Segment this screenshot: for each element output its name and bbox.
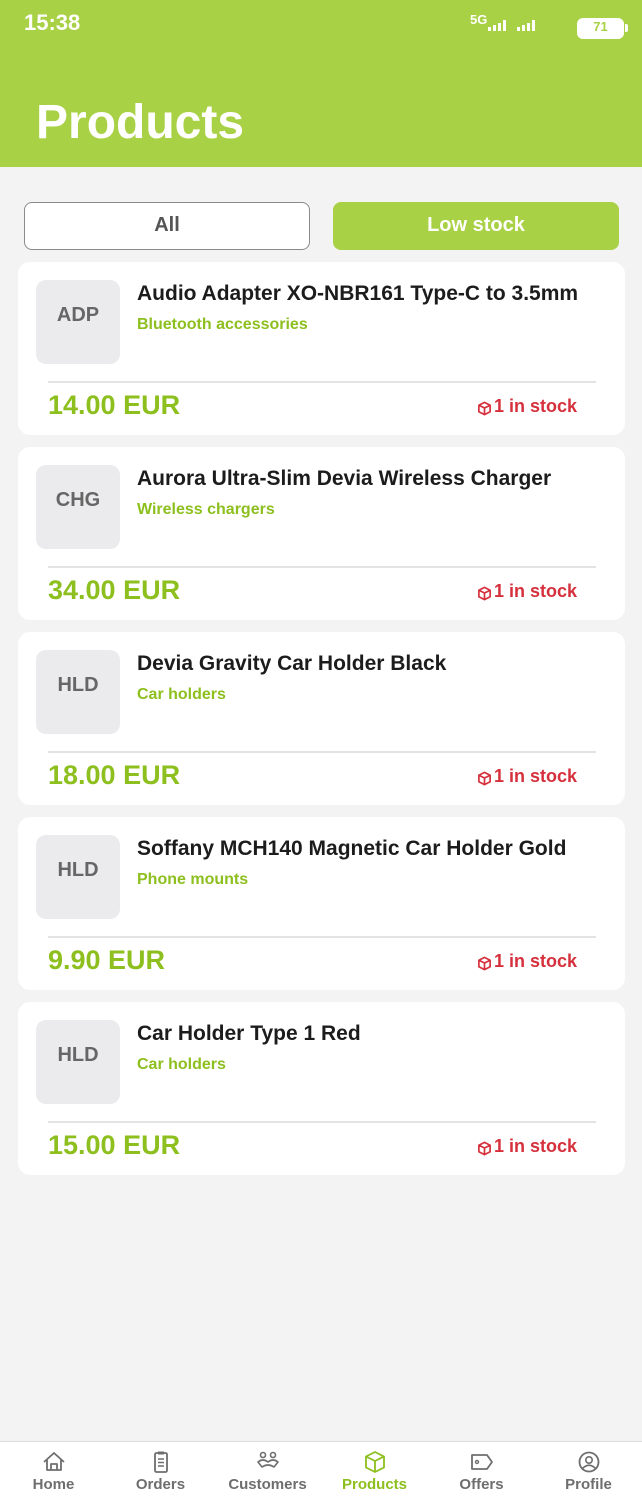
product-thumbnail: ADP <box>36 280 120 364</box>
product-thumbnail: HLD <box>36 1020 120 1104</box>
tab-all[interactable]: All <box>24 202 310 250</box>
product-thumbnail: CHG <box>36 465 120 549</box>
box-icon <box>478 1141 491 1156</box>
product-name: Soffany MCH140 Magnetic Car Holder Gold <box>137 837 567 860</box>
nav-customers[interactable]: Customers <box>214 1442 321 1500</box>
stock-label: 1 in stock <box>493 581 577 601</box>
stock-label: 1 in stock <box>493 951 577 971</box>
product-category: Bluetooth accessories <box>137 316 308 333</box>
nav-products[interactable]: Products <box>321 1442 428 1500</box>
box-icon <box>478 956 491 971</box>
product-price: 15.00 EUR <box>48 1130 181 1160</box>
box-icon <box>478 401 491 416</box>
stock-badge: 1 in stock <box>477 1136 577 1157</box>
nav-home[interactable]: Home <box>0 1442 107 1500</box>
product-name: Devia Gravity Car Holder Black <box>137 652 447 675</box>
signal-icon <box>488 19 506 31</box>
home-icon <box>42 1452 65 1471</box>
nav-label: Profile <box>565 1476 612 1493</box>
stock-label: 1 in stock <box>493 1136 577 1156</box>
tag-icon <box>470 1454 493 1470</box>
product-card[interactable]: HLD Soffany MCH140 Magnetic Car Holder G… <box>18 817 625 990</box>
stock-badge: 1 in stock <box>477 766 577 787</box>
status-time: 15:38 <box>24 10 81 35</box>
product-card[interactable]: HLD Devia Gravity Car Holder Black Car h… <box>18 632 625 805</box>
product-price: 18.00 EUR <box>48 760 181 790</box>
nav-label: Products <box>341 1476 407 1493</box>
product-price: 34.00 EUR <box>48 575 181 605</box>
nav-label: Customers <box>228 1476 307 1493</box>
product-category: Car holders <box>137 1056 226 1073</box>
product-name: Audio Adapter XO-NBR161 Type-C to 3.5mm <box>137 282 579 305</box>
nav-profile[interactable]: Profile <box>535 1442 642 1500</box>
battery-icon: 71 <box>577 18 628 39</box>
product-card[interactable]: ADP Audio Adapter XO-NBR161 Type-C to 3.… <box>18 262 625 435</box>
divider <box>48 936 596 938</box>
product-name: Car Holder Type 1 Red <box>137 1022 361 1045</box>
box-icon <box>364 1451 385 1473</box>
stock-badge: 1 in stock <box>477 396 577 417</box>
product-thumbnail: HLD <box>36 835 120 919</box>
box-icon <box>478 771 491 786</box>
app-header: 15:38 5G 71 Products <box>0 0 642 167</box>
handshake-icon <box>256 1451 279 1468</box>
nav-label: Offers <box>459 1476 504 1493</box>
user-circle-icon <box>578 1451 599 1473</box>
tab-low-stock[interactable]: Low stock <box>333 202 619 250</box>
box-icon <box>478 586 491 601</box>
nav-label: Orders <box>135 1476 186 1493</box>
network-label: 5G <box>470 12 488 27</box>
bottom-nav: Home Orders Customers Products Offers Pr… <box>0 1441 642 1500</box>
stock-badge: 1 in stock <box>477 581 577 602</box>
divider <box>48 751 596 753</box>
page-title: Products <box>36 96 245 149</box>
product-category: Car holders <box>137 686 226 703</box>
product-card[interactable]: HLD Car Holder Type 1 Red Car holders 15… <box>18 1002 625 1175</box>
product-thumbnail: HLD <box>36 650 120 734</box>
nav-offers[interactable]: Offers <box>428 1442 535 1500</box>
clipboard-icon <box>153 1451 168 1473</box>
product-category: Wireless chargers <box>137 501 275 518</box>
stock-label: 1 in stock <box>493 766 577 786</box>
product-card[interactable]: CHG Aurora Ultra-Slim Devia Wireless Cha… <box>18 447 625 620</box>
divider <box>48 1121 596 1123</box>
product-category: Phone mounts <box>137 871 249 888</box>
product-price: 9.90 EUR <box>48 945 166 975</box>
stock-badge: 1 in stock <box>477 951 577 972</box>
signal-icon <box>517 19 535 31</box>
divider <box>48 381 596 383</box>
nav-label: Home <box>32 1476 75 1493</box>
product-name: Aurora Ultra-Slim Devia Wireless Charger <box>137 467 552 490</box>
product-list: ADP Audio Adapter XO-NBR161 Type-C to 3.… <box>18 262 625 1187</box>
product-price: 14.00 EUR <box>48 390 181 420</box>
stock-label: 1 in stock <box>493 396 577 416</box>
divider <box>48 566 596 568</box>
nav-orders[interactable]: Orders <box>107 1442 214 1500</box>
